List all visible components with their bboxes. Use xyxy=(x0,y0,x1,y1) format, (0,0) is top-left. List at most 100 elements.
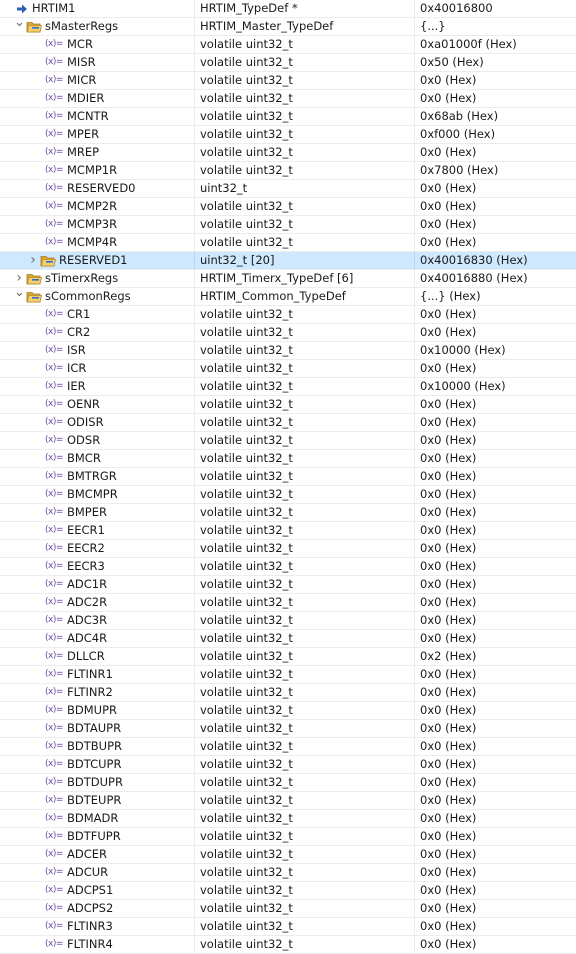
name-cell[interactable]: (x)= BDTAUPR xyxy=(0,720,195,737)
chevron-right-icon[interactable]: › xyxy=(14,270,24,287)
name-cell[interactable]: (x)= ADCUR xyxy=(0,864,195,881)
value-cell[interactable]: 0x0 (Hex) xyxy=(415,144,576,161)
value-cell[interactable]: 0x0 (Hex) xyxy=(415,324,576,341)
value-cell[interactable]: {...} (Hex) xyxy=(415,288,576,305)
variable-row[interactable]: (x)= BDTEUPR volatile uint32_t 0x0 (Hex) xyxy=(0,792,576,810)
tree-node-row[interactable]: ⌄ sCommonRegs HRTIM_Common_TypeDef {...} (H… xyxy=(0,288,576,306)
variable-row[interactable]: (x)= BMPER volatile uint32_t 0x0 (Hex) xyxy=(0,504,576,522)
name-cell[interactable]: (x)= ADC2R xyxy=(0,594,195,611)
value-cell[interactable]: 0xa01000f (Hex) xyxy=(415,36,576,53)
value-cell[interactable]: 0x0 (Hex) xyxy=(415,306,576,323)
name-cell[interactable]: (x)= FLTINR4 xyxy=(0,936,195,953)
variable-row[interactable]: (x)= ISR volatile uint32_t 0x10000 (Hex) xyxy=(0,342,576,360)
value-cell[interactable]: 0x0 (Hex) xyxy=(415,540,576,557)
value-cell[interactable]: 0x0 (Hex) xyxy=(415,234,576,251)
value-cell[interactable]: 0x0 (Hex) xyxy=(415,414,576,431)
chevron-right-icon[interactable]: › xyxy=(28,252,38,269)
variable-row[interactable]: (x)= BDTFUPR volatile uint32_t 0x0 (Hex) xyxy=(0,828,576,846)
variable-row[interactable]: (x)= MPER volatile uint32_t 0xf000 (Hex) xyxy=(0,126,576,144)
tree-node-row[interactable]: HRTIM1 HRTIM_TypeDef * 0x40016800 xyxy=(0,0,576,18)
variable-row[interactable]: (x)= BDTDUPR volatile uint32_t 0x0 (Hex) xyxy=(0,774,576,792)
value-cell[interactable]: 0x0 (Hex) xyxy=(415,900,576,917)
name-cell[interactable]: HRTIM1 xyxy=(0,0,195,17)
name-cell[interactable]: (x)= FLTINR1 xyxy=(0,666,195,683)
variable-row[interactable]: (x)= MICR volatile uint32_t 0x0 (Hex) xyxy=(0,72,576,90)
variable-row[interactable]: (x)= ADCUR volatile uint32_t 0x0 (Hex) xyxy=(0,864,576,882)
value-cell[interactable]: 0x0 (Hex) xyxy=(415,594,576,611)
value-cell[interactable]: 0x10000 (Hex) xyxy=(415,342,576,359)
name-cell[interactable]: (x)= CR2 xyxy=(0,324,195,341)
name-cell[interactable]: (x)= BMPER xyxy=(0,504,195,521)
name-cell[interactable]: (x)= MCR xyxy=(0,36,195,53)
name-cell[interactable]: (x)= MPER xyxy=(0,126,195,143)
variable-row[interactable]: (x)= MDIER volatile uint32_t 0x0 (Hex) xyxy=(0,90,576,108)
tree-node-row[interactable]: ⌄ sMasterRegs HRTIM_Master_TypeDef {...} xyxy=(0,18,576,36)
name-cell[interactable]: (x)= EECR2 xyxy=(0,540,195,557)
value-cell[interactable]: 0x0 (Hex) xyxy=(415,684,576,701)
name-cell[interactable]: (x)= ICR xyxy=(0,360,195,377)
value-cell[interactable]: 0x0 (Hex) xyxy=(415,522,576,539)
value-cell[interactable]: 0x7800 (Hex) xyxy=(415,162,576,179)
variable-row[interactable]: (x)= MCMP4R volatile uint32_t 0x0 (Hex) xyxy=(0,234,576,252)
name-cell[interactable]: (x)= FLTINR2 xyxy=(0,684,195,701)
name-cell[interactable]: (x)= MICR xyxy=(0,72,195,89)
value-cell[interactable]: 0x0 (Hex) xyxy=(415,828,576,845)
name-cell[interactable]: (x)= ADCER xyxy=(0,846,195,863)
variable-row[interactable]: (x)= CR2 volatile uint32_t 0x0 (Hex) xyxy=(0,324,576,342)
value-cell[interactable]: 0x0 (Hex) xyxy=(415,360,576,377)
variable-row[interactable]: (x)= BDTAUPR volatile uint32_t 0x0 (Hex) xyxy=(0,720,576,738)
name-cell[interactable]: (x)= BMCMPR xyxy=(0,486,195,503)
value-cell[interactable]: 0x0 (Hex) xyxy=(415,396,576,413)
variable-row[interactable]: (x)= BDMADR volatile uint32_t 0x0 (Hex) xyxy=(0,810,576,828)
variable-row[interactable]: (x)= OENR volatile uint32_t 0x0 (Hex) xyxy=(0,396,576,414)
name-cell[interactable]: (x)= BDMUPR xyxy=(0,702,195,719)
variable-row[interactable]: (x)= FLTINR4 volatile uint32_t 0x0 (Hex) xyxy=(0,936,576,954)
value-cell[interactable]: 0x0 (Hex) xyxy=(415,846,576,863)
name-cell[interactable]: (x)= BMCR xyxy=(0,450,195,467)
name-cell[interactable]: (x)= ADCPS2 xyxy=(0,900,195,917)
chevron-down-icon[interactable]: ⌄ xyxy=(14,288,25,305)
name-cell[interactable]: (x)= RESERVED0 xyxy=(0,180,195,197)
name-cell[interactable]: (x)= MCMP4R xyxy=(0,234,195,251)
variable-row[interactable]: (x)= ODSR volatile uint32_t 0x0 (Hex) xyxy=(0,432,576,450)
variable-row[interactable]: (x)= ADC4R volatile uint32_t 0x0 (Hex) xyxy=(0,630,576,648)
value-cell[interactable]: 0x0 (Hex) xyxy=(415,630,576,647)
variable-row[interactable]: (x)= BDTCUPR volatile uint32_t 0x0 (Hex) xyxy=(0,756,576,774)
chevron-down-icon[interactable]: ⌄ xyxy=(14,18,25,35)
value-cell[interactable]: 0x68ab (Hex) xyxy=(415,108,576,125)
name-cell[interactable]: (x)= OENR xyxy=(0,396,195,413)
variable-row[interactable]: (x)= MCR volatile uint32_t 0xa01000f (Hex) xyxy=(0,36,576,54)
variable-row[interactable]: (x)= ADC2R volatile uint32_t 0x0 (Hex) xyxy=(0,594,576,612)
variable-row[interactable]: (x)= EECR1 volatile uint32_t 0x0 (Hex) xyxy=(0,522,576,540)
value-cell[interactable]: 0x0 (Hex) xyxy=(415,432,576,449)
value-cell[interactable]: 0x0 (Hex) xyxy=(415,702,576,719)
name-cell[interactable]: (x)= EECR3 xyxy=(0,558,195,575)
value-cell[interactable]: 0x0 (Hex) xyxy=(415,90,576,107)
name-cell[interactable]: (x)= DLLCR xyxy=(0,648,195,665)
name-cell[interactable]: (x)= ADC1R xyxy=(0,576,195,593)
variable-row[interactable]: (x)= MISR volatile uint32_t 0x50 (Hex) xyxy=(0,54,576,72)
name-cell[interactable]: (x)= BDTFUPR xyxy=(0,828,195,845)
name-cell[interactable]: (x)= BDMADR xyxy=(0,810,195,827)
value-cell[interactable]: 0x0 (Hex) xyxy=(415,198,576,215)
value-cell[interactable]: 0x50 (Hex) xyxy=(415,54,576,71)
variable-row[interactable]: (x)= DLLCR volatile uint32_t 0x2 (Hex) xyxy=(0,648,576,666)
name-cell[interactable]: (x)= MCNTR xyxy=(0,108,195,125)
value-cell[interactable]: 0x40016800 xyxy=(415,0,576,17)
variable-row[interactable]: (x)= ADCPS1 volatile uint32_t 0x0 (Hex) xyxy=(0,882,576,900)
name-cell[interactable]: (x)= BDTEUPR xyxy=(0,792,195,809)
name-cell[interactable]: (x)= EECR1 xyxy=(0,522,195,539)
name-cell[interactable]: (x)= MREP xyxy=(0,144,195,161)
name-cell[interactable]: › RESERVED1 xyxy=(0,252,195,269)
name-cell[interactable]: (x)= FLTINR3 xyxy=(0,918,195,935)
variable-row[interactable]: (x)= MCMP1R volatile uint32_t 0x7800 (Hex) xyxy=(0,162,576,180)
name-cell[interactable]: › sTimerxRegs xyxy=(0,270,195,287)
variable-row[interactable]: (x)= EECR3 volatile uint32_t 0x0 (Hex) xyxy=(0,558,576,576)
variable-row[interactable]: (x)= EECR2 volatile uint32_t 0x0 (Hex) xyxy=(0,540,576,558)
name-cell[interactable]: (x)= ODSR xyxy=(0,432,195,449)
value-cell[interactable]: 0x0 (Hex) xyxy=(415,612,576,629)
variable-row[interactable]: (x)= ODISR volatile uint32_t 0x0 (Hex) xyxy=(0,414,576,432)
tree-node-row[interactable]: › sTimerxRegs HRTIM_Timerx_TypeDef [6] 0x40… xyxy=(0,270,576,288)
value-cell[interactable]: 0x0 (Hex) xyxy=(415,792,576,809)
variable-row[interactable]: (x)= MCMP2R volatile uint32_t 0x0 (Hex) xyxy=(0,198,576,216)
